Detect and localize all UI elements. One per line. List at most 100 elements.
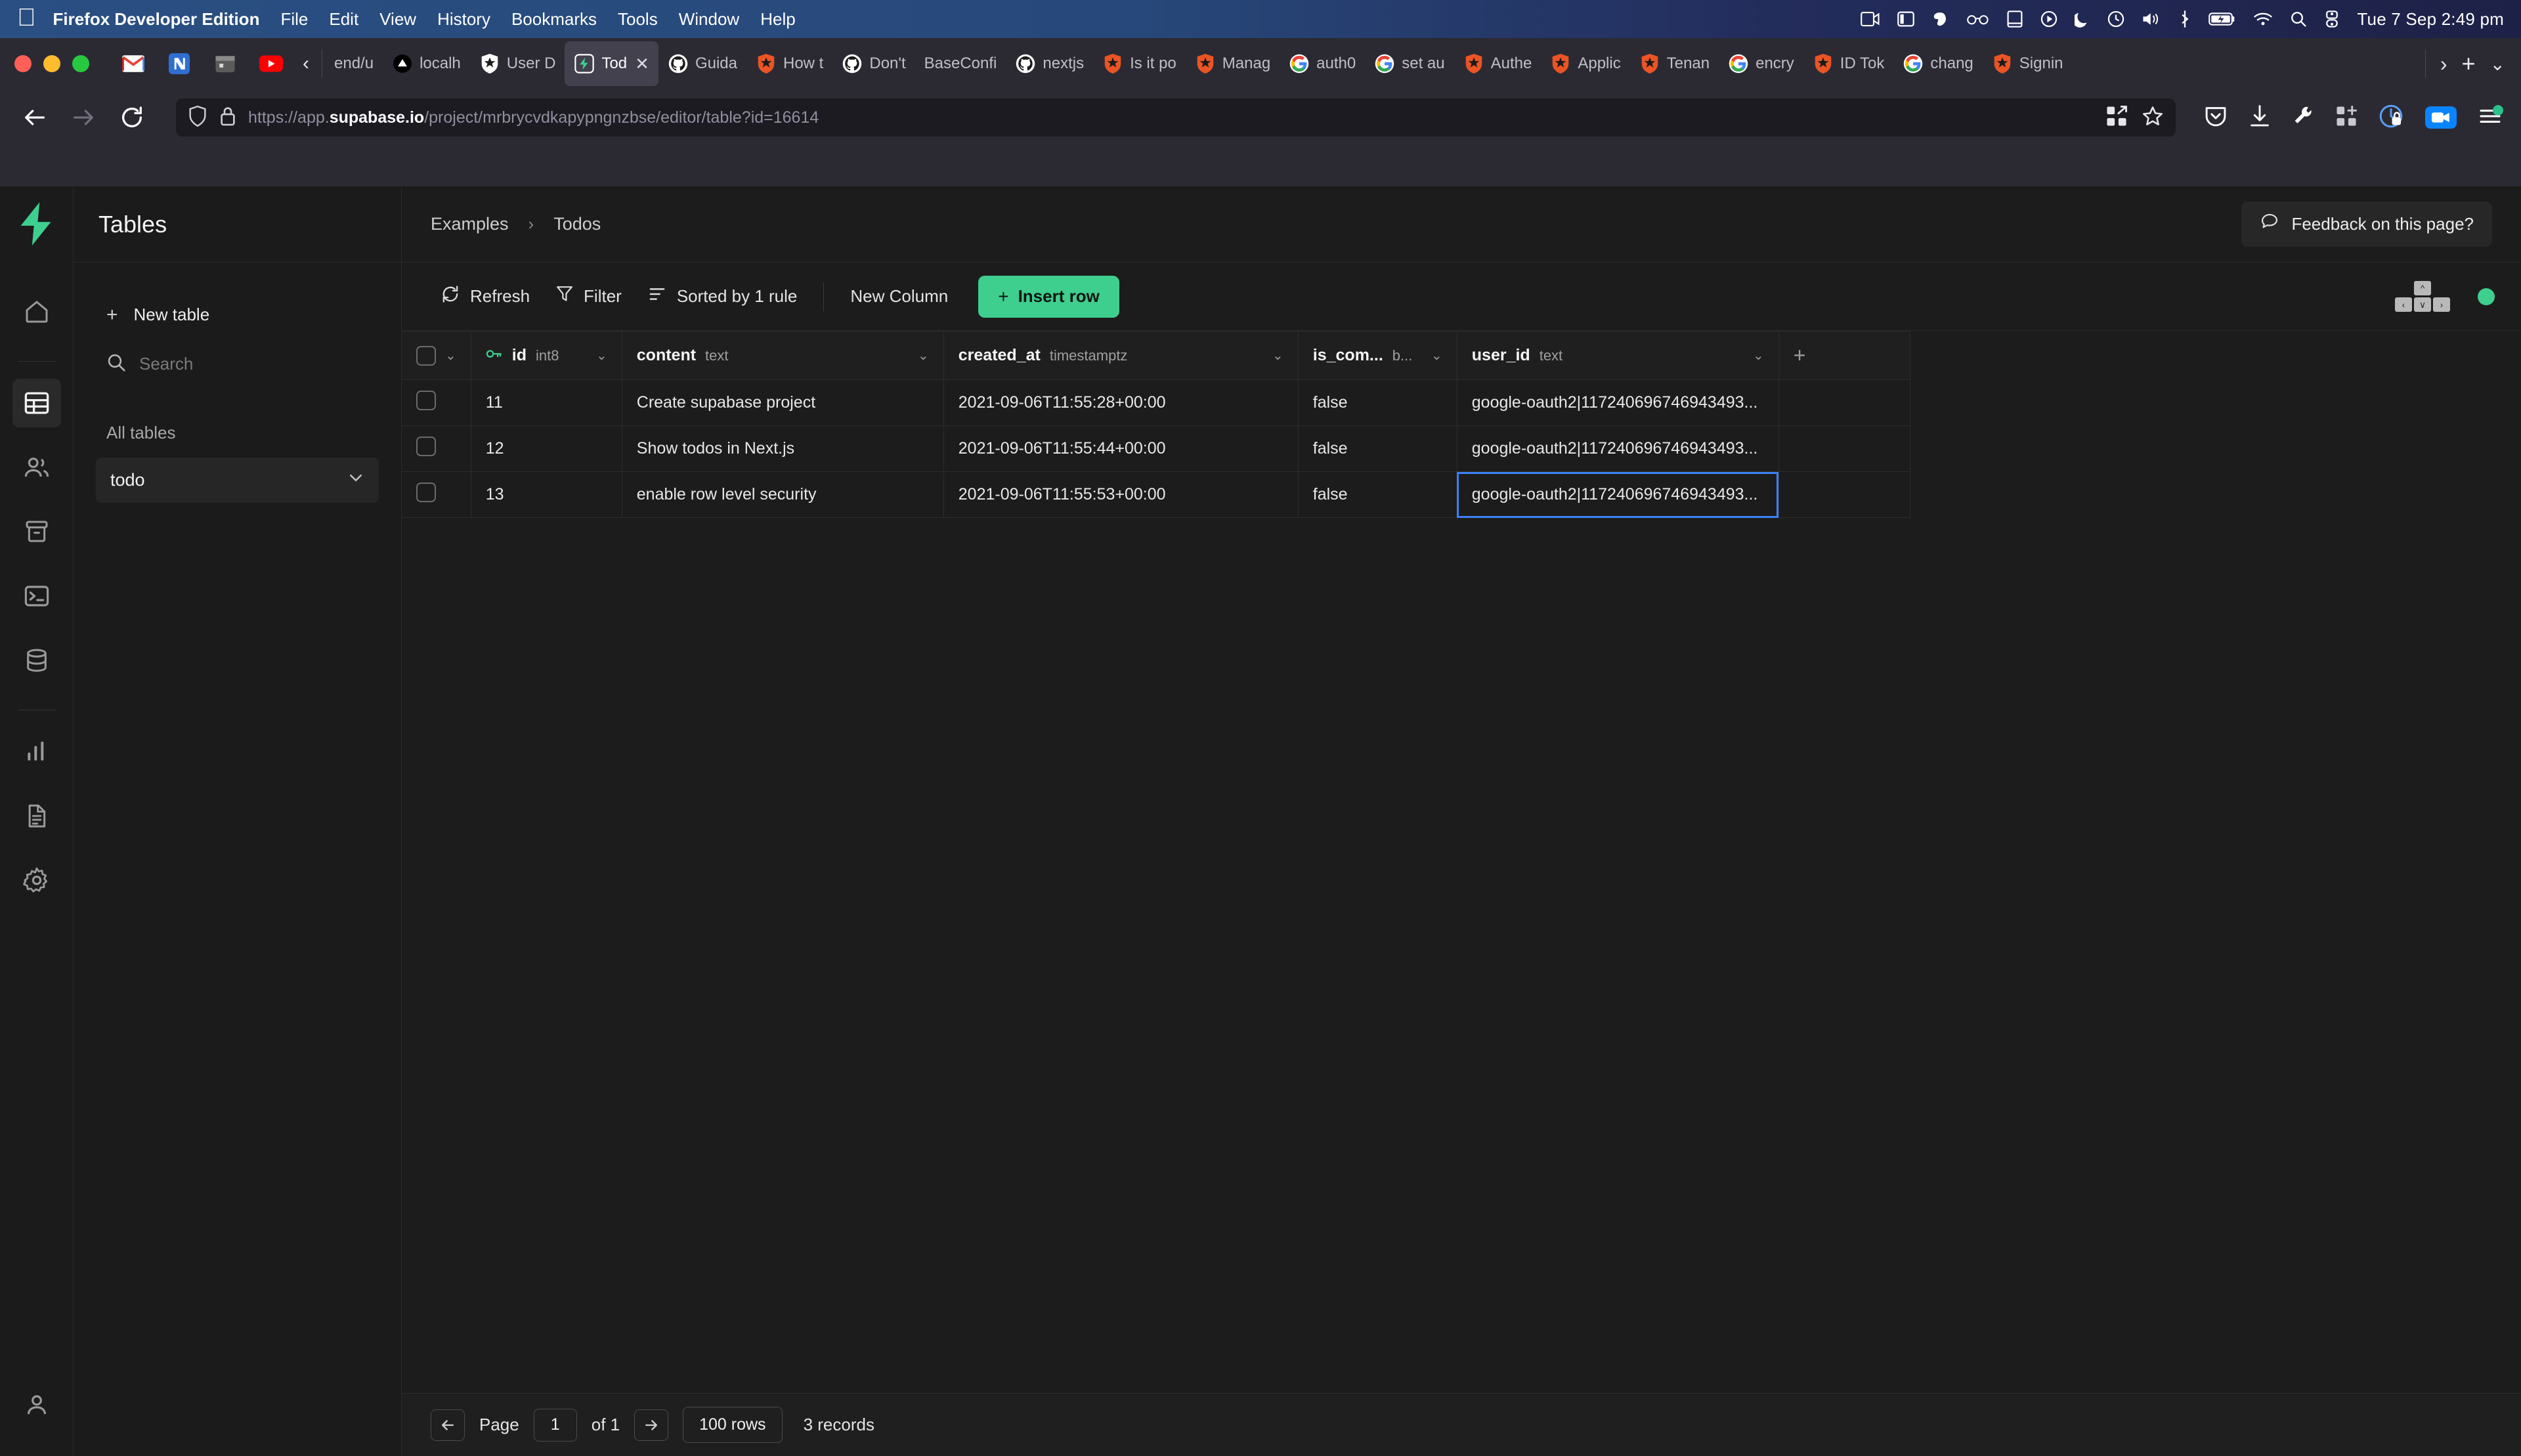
- back-button[interactable]: [20, 102, 50, 133]
- menu-file[interactable]: File: [280, 9, 308, 30]
- control-center-icon[interactable]: [2324, 11, 2340, 28]
- sidebar-item-database[interactable]: [12, 636, 61, 685]
- pinned-tab-gmail[interactable]: [112, 43, 155, 84]
- pinned-tab-youtube[interactable]: [249, 43, 293, 84]
- tab-9[interactable]: Is it po: [1093, 41, 1186, 86]
- cell-content[interactable]: Create supabase project: [622, 379, 944, 426]
- sidebar-table-todo[interactable]: todo: [96, 458, 379, 503]
- chevron-down-icon[interactable]: [347, 469, 364, 491]
- sidebar-icon[interactable]: [1897, 11, 1915, 27]
- row-checkbox[interactable]: [416, 482, 436, 502]
- filter-button[interactable]: Filter: [543, 277, 635, 316]
- row-checkbox[interactable]: [416, 437, 436, 456]
- insert-row-button[interactable]: + Insert row: [978, 275, 1119, 318]
- tab-0[interactable]: end/u: [325, 41, 383, 86]
- tab-15[interactable]: Tenan: [1630, 41, 1719, 86]
- cell-user-id-selected[interactable]: google-oauth2|117240696746943493...: [1457, 471, 1779, 518]
- extensions-grid-icon[interactable]: [2106, 105, 2127, 130]
- padlock-icon[interactable]: [219, 106, 236, 130]
- sidebar-item-storage[interactable]: [12, 507, 61, 556]
- tab-2[interactable]: User D: [470, 41, 565, 86]
- add-column-button[interactable]: +: [1778, 331, 1910, 380]
- select-all-checkbox[interactable]: [416, 345, 436, 366]
- tab-17[interactable]: ID Tok: [1803, 41, 1894, 86]
- chevron-down-icon[interactable]: ⌄: [918, 347, 929, 364]
- cell-id[interactable]: 13: [471, 471, 622, 518]
- column-header-id[interactable]: id int8 ⌄: [471, 331, 622, 380]
- close-tab-icon[interactable]: ✕: [635, 54, 649, 74]
- tab-13[interactable]: Authe: [1454, 41, 1541, 86]
- sidebar-item-settings[interactable]: [12, 856, 61, 905]
- cell-content[interactable]: Show todos in Next.js: [622, 425, 944, 472]
- tab-12[interactable]: set au: [1365, 41, 1454, 86]
- search-row[interactable]: [96, 347, 379, 381]
- pocket-icon[interactable]: [2205, 105, 2227, 131]
- pinned-tab-notion[interactable]: [158, 43, 201, 84]
- table-row[interactable]: 12 Show todos in Next.js 2021-09-06T11:5…: [402, 425, 1910, 472]
- column-header-created-at[interactable]: created_at timestamptz ⌄: [943, 331, 1299, 380]
- wifi-icon[interactable]: [2253, 11, 2273, 27]
- column-header-is-completed[interactable]: is_com... b... ⌄: [1298, 331, 1457, 380]
- row-select-cell[interactable]: [402, 425, 471, 472]
- apple-logo-icon[interactable]: : [17, 5, 36, 30]
- evernote-icon[interactable]: [1931, 11, 1950, 28]
- table-row[interactable]: 11 Create supabase project 2021-09-06T11…: [402, 379, 1910, 426]
- url-text[interactable]: https://app.supabase.io/project/mrbrycvd…: [248, 108, 819, 127]
- notebook-icon[interactable]: [2006, 11, 2023, 28]
- new-tab-icon[interactable]: +: [2462, 52, 2476, 75]
- chevron-down-icon[interactable]: ⌄: [1431, 347, 1442, 364]
- account-user-icon[interactable]: [12, 1392, 61, 1440]
- data-grid-container[interactable]: ⌄ id int8 ⌄ content text ⌄ created_at ti…: [402, 331, 2521, 1393]
- tab-18[interactable]: chang: [1893, 41, 1982, 86]
- new-table-button[interactable]: + New table: [96, 299, 379, 330]
- pinned-tab-calendar[interactable]: [204, 43, 247, 84]
- time-machine-icon[interactable]: [2107, 11, 2124, 28]
- menu-view[interactable]: View: [379, 9, 416, 30]
- feedback-button[interactable]: Feedback on this page?: [2241, 202, 2492, 247]
- supabase-lightning-logo[interactable]: [14, 201, 60, 247]
- window-controls[interactable]: [9, 55, 100, 72]
- tab-11[interactable]: auth0: [1280, 41, 1365, 86]
- cell-created-at[interactable]: 2021-09-06T11:55:28+00:00: [943, 379, 1299, 426]
- video-call-icon[interactable]: [2425, 106, 2457, 129]
- tab-5[interactable]: How t: [746, 41, 832, 86]
- tab-4[interactable]: Guida: [658, 41, 746, 86]
- sidebar-item-authentication[interactable]: [12, 443, 61, 492]
- forward-button[interactable]: [68, 102, 98, 133]
- tab-6[interactable]: Don't: [832, 41, 915, 86]
- sidebar-item-table-editor[interactable]: [12, 379, 61, 427]
- chevron-down-icon[interactable]: ⌄: [1272, 347, 1283, 364]
- list-all-tabs-icon[interactable]: ⌄: [2490, 53, 2505, 75]
- sidebar-item-home[interactable]: [12, 288, 61, 336]
- row-select-cell[interactable]: [402, 471, 471, 518]
- sidebar-item-sql-editor[interactable]: [12, 572, 61, 620]
- sidebar-item-logs[interactable]: [12, 792, 61, 840]
- menu-bookmarks[interactable]: Bookmarks: [511, 9, 597, 30]
- volume-icon[interactable]: [2142, 11, 2161, 27]
- scroll-tabs-right-button[interactable]: ›: [2440, 52, 2447, 76]
- tab-10[interactable]: Manag: [1186, 41, 1280, 86]
- glasses-icon[interactable]: [1967, 12, 1989, 26]
- chevron-down-icon[interactable]: ⌄: [445, 347, 456, 364]
- tab-19[interactable]: Signin: [1983, 41, 2073, 86]
- tab-1[interactable]: localh: [383, 41, 470, 86]
- star-icon[interactable]: [2142, 105, 2164, 131]
- cell-user-id[interactable]: google-oauth2|117240696746943493...: [1457, 379, 1779, 426]
- tab-todos-active[interactable]: Tod ✕: [565, 41, 658, 86]
- devtools-wrench-icon[interactable]: [2293, 105, 2314, 131]
- url-bar[interactable]: https://app.supabase.io/project/mrbrycvd…: [176, 98, 2176, 137]
- tab-14[interactable]: Applic: [1541, 41, 1629, 86]
- column-header-user-id[interactable]: user_id text ⌄: [1457, 331, 1779, 380]
- play-circle-icon[interactable]: [2040, 11, 2058, 28]
- refresh-button[interactable]: Refresh: [428, 277, 543, 316]
- cell-user-id[interactable]: google-oauth2|117240696746943493...: [1457, 425, 1779, 472]
- private-browsing-icon[interactable]: [2379, 104, 2403, 131]
- menu-app-name[interactable]: Firefox Developer Edition: [53, 9, 260, 30]
- close-window-button[interactable]: [14, 55, 32, 72]
- addons-icon[interactable]: [2336, 105, 2357, 130]
- scroll-tabs-left-button[interactable]: ‹: [293, 53, 319, 75]
- cell-created-at[interactable]: 2021-09-06T11:55:53+00:00: [943, 471, 1299, 518]
- cell-is-completed[interactable]: false: [1298, 379, 1457, 426]
- column-header-content[interactable]: content text ⌄: [622, 331, 944, 380]
- search-icon[interactable]: [2290, 11, 2307, 28]
